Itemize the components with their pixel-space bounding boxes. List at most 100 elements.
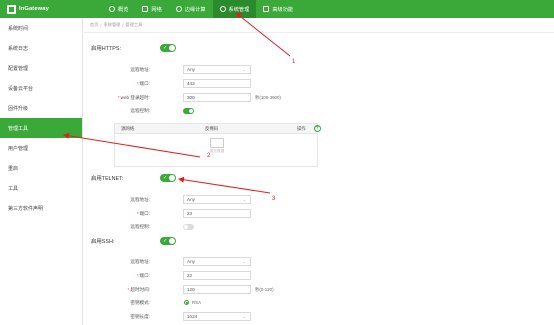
main-content: 启用HTTPS: ✓ 远程地址: Any ⌄ *端口: 443 *web 登录超时… bbox=[84, 34, 554, 325]
tab-overview[interactable]: 概览 bbox=[102, 0, 135, 18]
select-value: 1024 bbox=[187, 314, 198, 319]
edge-computing-icon bbox=[175, 6, 182, 12]
https-port-input[interactable]: 443 bbox=[183, 79, 251, 88]
ssh-key-length-label: 密钥长度: bbox=[130, 314, 150, 319]
ssh-timeout-input[interactable]: 120 bbox=[183, 285, 251, 294]
telnet-port-label-text: 端口: bbox=[139, 211, 150, 216]
telnet-remote-addr-label: 远程地址: bbox=[130, 197, 150, 202]
grid-icon bbox=[263, 6, 270, 12]
ssh-port-input[interactable]: 22 bbox=[183, 271, 251, 280]
sidebar-item-third-party[interactable]: 第三方软件声明 bbox=[0, 198, 82, 218]
ssh-key-mode-value: RSA bbox=[192, 300, 202, 305]
tab-label: 网络 bbox=[151, 6, 162, 13]
sidebar-item-label: 用户管理 bbox=[8, 145, 29, 152]
ssh-toggle[interactable]: ✓ bbox=[160, 237, 176, 245]
https-toggle[interactable]: ✓ bbox=[160, 44, 176, 52]
https-remote-addr-label: 远程地址: bbox=[130, 67, 150, 72]
ssh-label: 启用SSH: bbox=[91, 239, 115, 245]
sidebar-item-label: 系统时间 bbox=[8, 25, 29, 32]
ssh-remote-addr-label: 远程地址: bbox=[130, 259, 150, 264]
nav-tabs: 概览 网络 边缘计算 系统管理 高级功能 bbox=[102, 0, 300, 18]
https-remote-control-toggle[interactable] bbox=[183, 108, 194, 114]
tab-label: 系统管理 bbox=[228, 6, 250, 13]
top-nav-bar: InGateway 概览 网络 边缘计算 系统管理 高级功能 bbox=[0, 0, 554, 18]
tab-edge-computing[interactable]: 边缘计算 bbox=[169, 0, 213, 18]
https-timeout-label: *web 登录超时: bbox=[117, 95, 150, 100]
select-value: Any bbox=[187, 259, 195, 264]
telnet-label: 启用TELNET: bbox=[91, 176, 124, 182]
ssh-timeout-label-text: 超时时间: bbox=[130, 287, 150, 292]
select-value: Any bbox=[187, 67, 195, 72]
sidebar-item-reboot[interactable]: 重启 bbox=[0, 158, 82, 178]
annotation-label-3: 3 bbox=[272, 196, 276, 202]
sidebar-item-system-log[interactable]: 系统日志 bbox=[0, 38, 82, 58]
ssh-remote-addr-select[interactable]: Any ⌄ bbox=[183, 257, 251, 266]
ssh-port-label-text: 端口: bbox=[139, 273, 150, 278]
brand-name: InGateway bbox=[19, 6, 49, 12]
access-table: 源网络 反掩码 操作 暂无数据 bbox=[114, 123, 318, 167]
tab-system-management[interactable]: 系统管理 bbox=[212, 0, 257, 18]
breadcrumb-current: 管理工具 bbox=[125, 22, 143, 27]
network-icon bbox=[142, 6, 149, 12]
chevron-down-icon: ⌄ bbox=[242, 314, 246, 319]
empty-inbox-icon bbox=[210, 138, 224, 148]
breadcrumb-system[interactable]: 系统管理 bbox=[104, 22, 121, 28]
sidebar-item-firmware[interactable]: 固件升级 bbox=[0, 98, 82, 118]
annotation-label-1: 1 bbox=[292, 59, 296, 65]
column-source-network: 源网络 bbox=[121, 125, 135, 131]
annotation-label-2: 2 bbox=[207, 153, 211, 159]
ssh-port-label: *端口: bbox=[136, 273, 150, 278]
sidebar-item-config[interactable]: 配置管理 bbox=[0, 58, 82, 78]
https-remote-addr-select[interactable]: Any ⌄ bbox=[183, 65, 251, 74]
tab-label: 边缘计算 bbox=[184, 6, 206, 13]
ssh-key-length-select[interactable]: 1024 ⌄ bbox=[183, 312, 251, 321]
breadcrumb-home[interactable]: 首页 bbox=[90, 22, 98, 28]
check-icon: ✓ bbox=[163, 175, 168, 181]
ssh-key-mode-radio[interactable] bbox=[184, 300, 189, 305]
ssh-timeout-hint: 秒(0-120) bbox=[255, 287, 274, 292]
sidebar-item-system-time[interactable]: 系统时间 bbox=[0, 18, 82, 38]
https-timeout-label-text: web 登录超时: bbox=[120, 95, 150, 100]
telnet-remote-addr-select[interactable]: Any ⌄ bbox=[183, 195, 251, 204]
chevron-down-icon: ⌄ bbox=[242, 67, 246, 72]
tab-network[interactable]: 网络 bbox=[135, 0, 168, 18]
telnet-remote-control-toggle[interactable] bbox=[183, 224, 194, 230]
logo-icon bbox=[7, 4, 16, 14]
sidebar-item-label: 固件升级 bbox=[8, 105, 29, 112]
table-header: 源网络 反掩码 操作 bbox=[115, 124, 317, 134]
tab-label: 高级功能 bbox=[272, 6, 294, 13]
sidebar-item-label: 系统日志 bbox=[8, 45, 29, 52]
ssh-timeout-label: *超时时间: bbox=[127, 287, 150, 292]
sidebar-item-management-tools[interactable]: 管理工具 bbox=[0, 118, 82, 138]
select-value: Any bbox=[187, 197, 195, 202]
telnet-port-label: *端口: bbox=[136, 211, 150, 216]
input-value: 120 bbox=[187, 287, 195, 292]
add-row-button[interactable]: + bbox=[314, 125, 321, 132]
https-port-label: *端口: bbox=[136, 81, 150, 86]
input-value: 443 bbox=[187, 81, 195, 86]
sidebar-item-label: 管理工具 bbox=[8, 125, 29, 132]
input-value: 300 bbox=[187, 95, 195, 100]
tab-advanced[interactable]: 高级功能 bbox=[256, 0, 300, 18]
https-timeout-hint: 秒(100-3600) bbox=[255, 95, 281, 100]
https-timeout-input[interactable]: 300 bbox=[183, 93, 251, 102]
tab-label: 概览 bbox=[118, 6, 129, 13]
telnet-toggle[interactable]: ✓ bbox=[160, 174, 176, 182]
brand-logo[interactable]: InGateway bbox=[0, 0, 102, 18]
check-icon: ✓ bbox=[163, 45, 168, 51]
sidebar-item-label: 第三方软件声明 bbox=[8, 205, 44, 212]
column-actions: 操作 bbox=[297, 125, 306, 131]
sidebar-item-label: 重启 bbox=[8, 165, 19, 172]
sidebar-item-label: 配置管理 bbox=[8, 65, 29, 72]
sidebar-item-label: 设备云平台 bbox=[8, 85, 34, 92]
chevron-down-icon: ⌄ bbox=[242, 259, 246, 264]
https-label: 启用HTTPS: bbox=[91, 46, 121, 52]
column-wildcard-mask: 反掩码 bbox=[205, 125, 219, 131]
sidebar-item-user-management[interactable]: 用户管理 bbox=[0, 138, 82, 158]
telnet-remote-control-label: 远程控制: bbox=[130, 224, 150, 229]
https-remote-control-label: 远程控制: bbox=[130, 108, 150, 113]
sidebar-item-cloud-platform[interactable]: 设备云平台 bbox=[0, 78, 82, 98]
sidebar-item-tools[interactable]: 工具 bbox=[0, 178, 82, 198]
telnet-port-input[interactable]: 23 bbox=[183, 209, 251, 218]
chevron-down-icon: ⌄ bbox=[242, 197, 246, 202]
